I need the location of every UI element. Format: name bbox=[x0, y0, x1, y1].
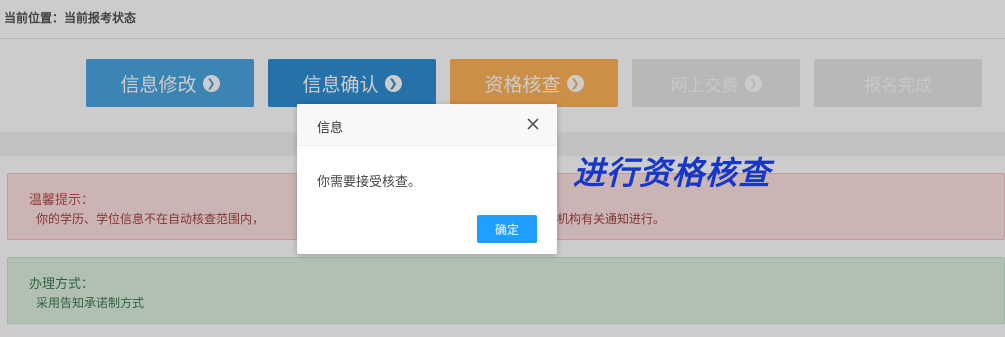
dialog-message: 你需要接受核查。 bbox=[317, 175, 422, 190]
info-dialog: 信息 你需要接受核查。 确定 bbox=[297, 104, 557, 254]
dialog-title: 信息 bbox=[317, 121, 344, 136]
annotation-text: 进行资格核查 bbox=[573, 154, 772, 192]
close-icon[interactable] bbox=[525, 116, 541, 132]
dialog-header: 信息 bbox=[297, 104, 557, 146]
confirm-button[interactable]: 确定 bbox=[477, 215, 537, 243]
